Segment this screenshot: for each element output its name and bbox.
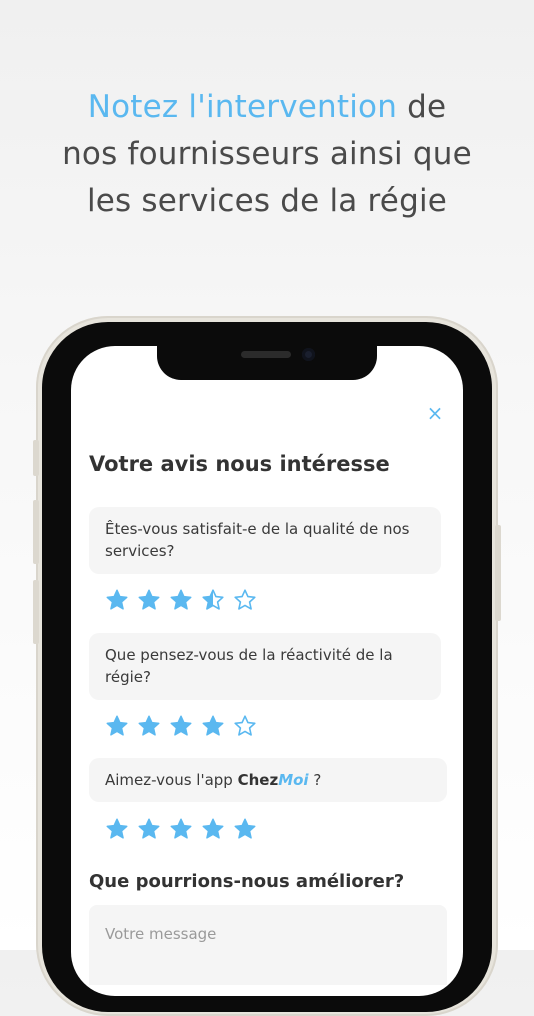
star-full-icon[interactable] bbox=[201, 714, 225, 738]
star-full-icon[interactable] bbox=[137, 714, 161, 738]
headline-rest: de bbox=[397, 89, 447, 125]
close-icon[interactable]: × bbox=[424, 402, 446, 424]
star-empty-icon[interactable] bbox=[233, 714, 257, 738]
message-input[interactable]: Votre message bbox=[89, 905, 447, 985]
question-1-box: Êtes-vous satisfait-e de la qualité de n… bbox=[89, 507, 441, 574]
rating-3[interactable] bbox=[105, 817, 257, 843]
headline: Notez l'intervention de nos fournisseurs… bbox=[0, 84, 534, 225]
phone-notch bbox=[157, 340, 377, 380]
question-2-box: Que pensez-vous de la réactivité de la r… bbox=[89, 633, 441, 700]
rating-1[interactable] bbox=[105, 588, 257, 614]
modal-title: Votre avis nous intéresse bbox=[89, 452, 390, 476]
speaker-grille bbox=[241, 351, 291, 358]
star-full-icon[interactable] bbox=[105, 817, 129, 841]
brand-moi: Moi bbox=[278, 771, 309, 789]
brand-chez: Chez bbox=[237, 771, 279, 789]
question-3-suffix: ? bbox=[308, 771, 322, 789]
phone-volume-down bbox=[33, 580, 39, 644]
question-2-text: Que pensez-vous de la réactivité de la r… bbox=[105, 646, 393, 686]
star-full-icon[interactable] bbox=[137, 588, 161, 612]
app-brand-name: ChezMoi bbox=[238, 771, 309, 789]
headline-line-2: nos fournisseurs ainsi que bbox=[62, 136, 472, 172]
improve-title: Que pourrions-nous améliorer? bbox=[89, 871, 405, 892]
star-full-icon[interactable] bbox=[169, 714, 193, 738]
star-half-icon[interactable] bbox=[201, 588, 225, 612]
star-full-icon[interactable] bbox=[105, 714, 129, 738]
headline-accent: Notez l'intervention bbox=[87, 89, 398, 125]
message-placeholder: Votre message bbox=[105, 925, 217, 943]
headline-line-3: les services de la régie bbox=[86, 183, 448, 219]
front-camera bbox=[302, 348, 315, 361]
phone-volume-up bbox=[33, 500, 39, 564]
star-full-icon[interactable] bbox=[169, 588, 193, 612]
star-empty-icon[interactable] bbox=[233, 588, 257, 612]
star-full-icon[interactable] bbox=[137, 817, 161, 841]
question-3-box: Aimez-vous l'app ChezMoi ? bbox=[89, 758, 447, 802]
star-full-icon[interactable] bbox=[105, 588, 129, 612]
phone-power-button bbox=[495, 525, 501, 621]
star-full-icon[interactable] bbox=[233, 817, 257, 841]
star-full-icon[interactable] bbox=[201, 817, 225, 841]
phone-mute-switch bbox=[33, 440, 39, 476]
star-full-icon[interactable] bbox=[169, 817, 193, 841]
question-1-text: Êtes-vous satisfait-e de la qualité de n… bbox=[105, 520, 410, 560]
rating-2[interactable] bbox=[105, 714, 257, 740]
question-3-prefix: Aimez-vous l'app bbox=[105, 771, 238, 789]
